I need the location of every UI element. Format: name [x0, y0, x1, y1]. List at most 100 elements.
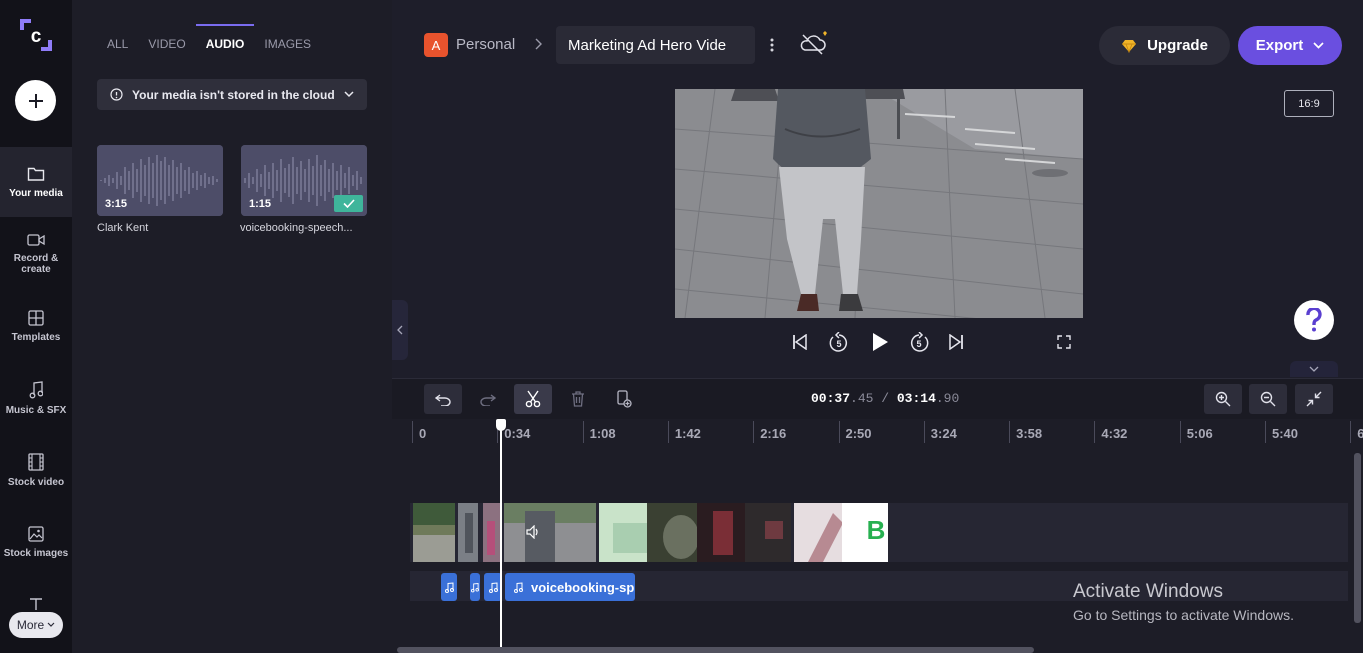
ruler-tick — [1009, 421, 1011, 443]
more-button[interactable]: More — [9, 612, 63, 638]
help-button[interactable] — [1294, 300, 1334, 340]
add-media-button[interactable] — [15, 80, 56, 121]
play-icon[interactable] — [870, 332, 890, 352]
workspace-avatar[interactable]: A — [424, 33, 448, 57]
rewind-5-icon[interactable]: 5 — [828, 332, 850, 354]
timeline-ruler[interactable]: 0 0:34 1:08 1:42 2:16 2:50 3:24 3:58 4:32 5:06 5:4… — [392, 419, 1363, 445]
media-tabs: ALL VIDEO AUDIO IMAGES — [97, 24, 321, 59]
rail-item-label: Stock video — [7, 476, 65, 488]
cloud-notice-text: Your media isn't stored in the cloud — [132, 87, 335, 102]
forward-5-icon[interactable]: 5 — [908, 332, 930, 354]
ruler-tick — [838, 421, 840, 443]
ruler-label: 5:40 — [1272, 426, 1299, 441]
rail-item-templates[interactable]: Templates — [0, 291, 72, 361]
added-check-badge — [334, 195, 363, 212]
music-note-icon — [471, 582, 479, 592]
tab-all[interactable]: ALL — [97, 24, 138, 59]
tab-images[interactable]: IMAGES — [254, 24, 321, 59]
ruler-tick — [1350, 421, 1352, 443]
total-time-frac: .90 — [935, 391, 960, 406]
collapse-panel-button[interactable] — [392, 300, 408, 360]
tab-audio[interactable]: AUDIO — [195, 24, 255, 59]
media-card-voicebooking[interactable]: 1:15 — [241, 145, 367, 216]
svg-text:c: c — [31, 26, 42, 47]
kebab-menu-icon[interactable] — [764, 36, 780, 54]
cloud-storage-notice[interactable]: Your media isn't stored in the cloud — [97, 79, 367, 110]
audio-clip[interactable] — [470, 573, 480, 601]
ruler-label: 0:34 — [504, 426, 531, 441]
audio-clip[interactable] — [441, 573, 457, 601]
trash-icon — [572, 391, 584, 407]
vertical-scrollbar[interactable] — [1354, 453, 1361, 623]
info-icon — [110, 88, 123, 101]
video-clips-strip[interactable]: B — [413, 503, 893, 562]
activate-title: Activate Windows — [1073, 581, 1223, 602]
chevron-right-icon — [535, 38, 542, 50]
clipchamp-logo-icon[interactable]: c — [18, 17, 54, 53]
aspect-ratio-button[interactable]: 16:9 — [1284, 90, 1334, 117]
music-note-icon — [514, 581, 523, 593]
video-track: B — [410, 503, 1348, 562]
ruler-label: 3:58 — [1016, 426, 1043, 441]
music-note-icon — [29, 380, 43, 398]
diamond-icon — [823, 31, 827, 36]
horizontal-scrollbar[interactable] — [397, 647, 1034, 653]
preview-frame — [675, 89, 1083, 318]
ruler-tick — [1265, 421, 1266, 443]
workspace-label[interactable]: Personal — [456, 36, 515, 53]
ruler-label: 2:16 — [760, 426, 787, 441]
clip-letter: B — [867, 515, 886, 545]
export-button[interactable]: Export — [1238, 26, 1342, 65]
rail-item-music-sfx[interactable]: Music & SFX — [0, 363, 72, 433]
ruler-tick — [1179, 421, 1181, 443]
skip-seconds: 5 — [916, 339, 921, 349]
skip-forward-icon[interactable] — [948, 334, 964, 350]
clipchamp-editor: c Your media Record & create Templates M… — [0, 0, 1363, 653]
ruler-label: 5:06 — [1186, 426, 1213, 441]
audio-clip-voicebooking[interactable]: voicebooking-sp — [505, 573, 635, 601]
left-rail: c Your media Record & create Templates M… — [0, 0, 72, 653]
text-icon[interactable] — [29, 597, 43, 611]
media-name: Clark Kent — [97, 222, 149, 234]
rail-item-label: Stock images — [3, 547, 69, 559]
rail-item-your-media[interactable]: Your media — [0, 147, 72, 217]
ruler-label: 0 — [419, 426, 427, 441]
playhead-handle[interactable] — [496, 419, 506, 431]
cloud-off-icon[interactable] — [799, 30, 831, 56]
image-icon — [28, 525, 44, 542]
zoom-in-button[interactable] — [1204, 384, 1242, 414]
collapse-preview-button[interactable] — [1290, 361, 1338, 377]
delete-button[interactable] — [559, 384, 597, 414]
current-time: 00:37 — [811, 391, 851, 406]
fullscreen-icon[interactable] — [1057, 335, 1071, 349]
rail-item-stock-video[interactable]: Stock video — [0, 435, 72, 505]
rail-item-stock-images[interactable]: Stock images — [0, 507, 72, 577]
speaker-icon[interactable] — [526, 525, 540, 539]
fit-timeline-button[interactable] — [1295, 384, 1333, 414]
playhead[interactable] — [500, 419, 502, 653]
media-name: voicebooking-speech... — [240, 222, 353, 234]
project-title-input[interactable]: Marketing Ad Hero Vide — [556, 26, 755, 64]
rail-item-record-create[interactable]: Record & create — [0, 219, 72, 289]
timeline-toolbar: 00:37.45 / 03:14.90 — [392, 378, 1363, 419]
split-button[interactable] — [514, 384, 552, 414]
zoom-out-button[interactable] — [1249, 384, 1287, 414]
camera-icon — [27, 234, 45, 246]
media-duration: 1:15 — [249, 198, 272, 210]
skip-back-icon[interactable] — [792, 334, 808, 350]
ruler-tick — [1094, 421, 1096, 443]
media-card-clark-kent[interactable]: 3:15 — [97, 145, 223, 216]
tab-video[interactable]: VIDEO — [138, 24, 195, 59]
windows-activation-watermark: Activate Windows Go to Settings to activ… — [1073, 581, 1294, 623]
upgrade-button[interactable]: Upgrade — [1099, 26, 1230, 65]
music-note-icon — [444, 581, 454, 593]
playback-controls: 5 5 — [788, 331, 968, 353]
ruler-label: 1:08 — [589, 426, 616, 441]
redo-button[interactable] — [469, 384, 507, 414]
rail-item-label: Music & SFX — [5, 404, 67, 416]
music-note-icon — [488, 581, 498, 593]
undo-button[interactable] — [424, 384, 462, 414]
video-preview[interactable] — [675, 89, 1083, 318]
redo-icon — [480, 394, 496, 406]
duplicate-button[interactable] — [605, 384, 643, 414]
